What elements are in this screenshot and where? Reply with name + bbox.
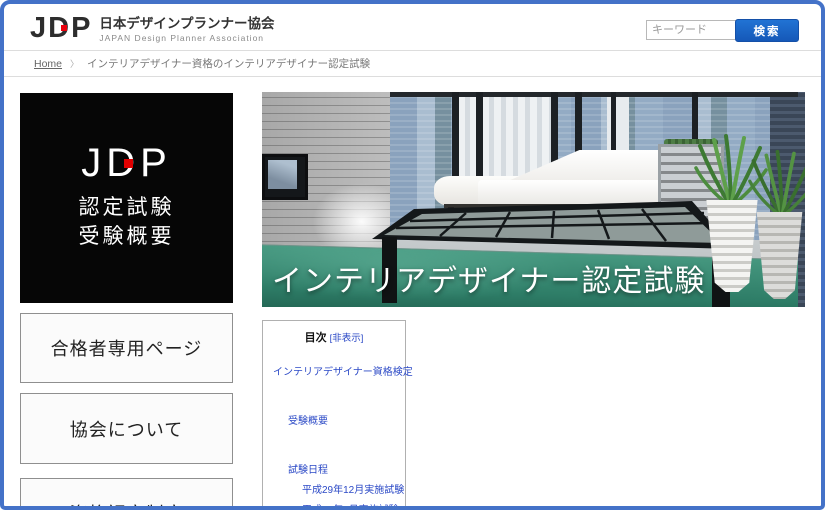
site-logo[interactable]: JDP 日本デザインプランナー協会 JAPAN Design Planner A… [30,13,275,44]
toc-link-exam-h30-feb[interactable]: 平成30年2月実施試験 [302,501,399,506]
page: JDP 日本デザインプランナー協会 JAPAN Design Planner A… [0,0,825,510]
sidebar-item-about-association[interactable]: 協会について [20,393,233,464]
hero-wall-mirror [262,154,308,200]
sidebar-item-certification-system[interactable]: 資格認定制度 [20,478,233,506]
toc-hide-toggle[interactable]: [非表示] [330,333,364,344]
breadcrumb: Home 〉 インテリアデザイナー資格のインテリアデザイナー認定試験 [4,50,821,77]
sidebar-exam-banner[interactable]: JDP 認定試験 受験概要 [20,93,233,303]
search-input[interactable] [646,20,744,40]
toc-box: 目次 [非表示] インテリアデザイナー資格検定 受験概要 試験日程 平成29年12… [262,320,413,506]
hero-mirror-glass [268,160,297,189]
toc-link-qualification[interactable]: インテリアデザイナー資格検定 [273,363,413,378]
org-name-ja: 日本デザインプランナー協会 [99,16,275,31]
hero-title: インテリアデザイナー認定試験 [272,265,706,298]
toc-heading: 目次 [304,332,327,344]
toc-link-exam-overview[interactable]: 受験概要 [288,412,328,427]
breadcrumb-separator: 〉 [70,59,80,69]
toc-link-exam-h29-dec[interactable]: 平成29年12月実施試験 [302,481,404,496]
sidebar-item-passers-page[interactable]: 合格者専用ページ [20,313,233,383]
hero-image: インテリアデザイナー認定試験 [262,92,805,307]
banner-red-square-icon [123,159,133,168]
toc-heading-row: 目次 [非表示] [263,329,405,345]
hero-window-header [387,92,805,97]
toc-link-exam-schedule[interactable]: 試験日程 [288,461,328,476]
org-name-en: JAPAN Design Planner Association [99,33,265,43]
breadcrumb-current: インテリアデザイナー資格のインテリアデザイナー認定試験 [87,58,371,70]
search-button[interactable]: 検索 [735,19,799,42]
logo-red-square-icon [61,25,68,31]
banner-line2: 受験概要 [78,224,175,248]
banner-line1: 認定試験 [78,195,175,219]
breadcrumb-home-link[interactable]: Home [34,58,62,70]
